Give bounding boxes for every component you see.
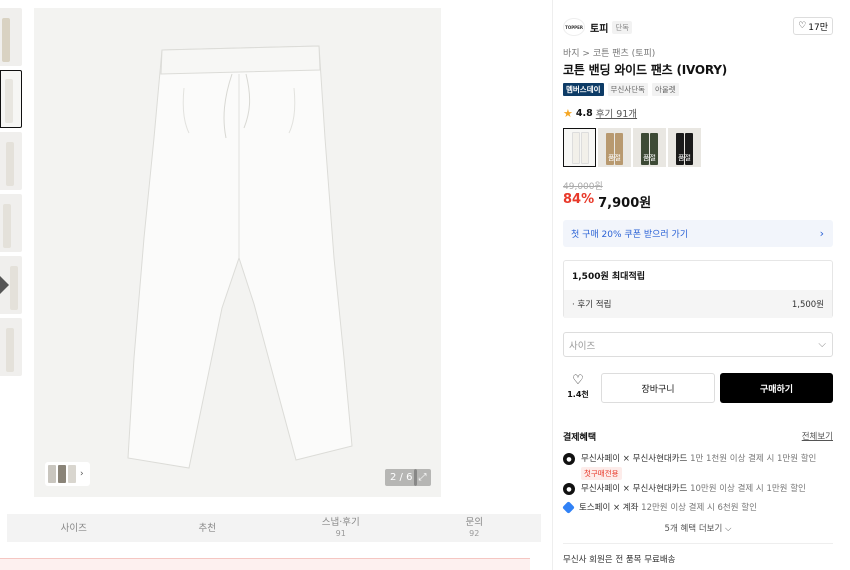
members-day-badge: 멤버스데이 <box>563 83 604 96</box>
sold-out-label: 품절 <box>643 154 656 162</box>
sold-out-label: 품절 <box>678 154 691 162</box>
thumbnail-strip <box>0 8 22 380</box>
benefit-detail: 12만원 이상 결제 시 6천원 할인 <box>638 503 757 513</box>
benefit-prefix: 무신사페이 × 무신사현대카드 <box>581 454 688 464</box>
review-points-value: 1,500원 <box>791 300 824 310</box>
exclusive-badge: 무신사단독 <box>607 83 648 96</box>
main-product-image[interactable]: › 2 / 6 ⤢ <box>34 8 441 497</box>
payment-benefits-title: 결제혜택 <box>563 433 597 443</box>
product-title: 코튼 밴딩 와이드 팬츠 (IVORY) <box>563 63 728 77</box>
points-box: 1,500원 최대적립 · 후기 적립 1,500원 <box>563 260 833 318</box>
add-to-cart-button[interactable]: 장바구니 <box>601 373 715 403</box>
payment-benefit-row: 토스페이 × 계좌 12만원 이상 결제 시 6천원 할인 <box>562 501 833 514</box>
thumbnail-5[interactable] <box>0 256 22 314</box>
tab-count: 91 <box>335 529 346 538</box>
brand-row: TOPPER 토피 단독 ♡ 17만 <box>563 17 833 37</box>
section-divider <box>563 543 833 544</box>
thumbnail-3[interactable] <box>0 132 22 190</box>
wishlist-button[interactable]: ♡ 1.4천 <box>563 373 593 403</box>
mini-thumbnail-preview[interactable]: › <box>45 462 90 486</box>
color-option-khaki[interactable]: 품절 <box>633 128 666 167</box>
chevron-right-icon: › <box>819 227 824 240</box>
thumbnail-6[interactable] <box>0 318 22 376</box>
color-option-beige[interactable]: 품절 <box>598 128 631 167</box>
thumbnail-1[interactable] <box>0 8 22 66</box>
review-count-link[interactable]: 후기 91개 <box>596 106 637 120</box>
review-points-row: · 후기 적립 1,500원 <box>564 290 832 318</box>
view-all-link[interactable]: 전체보기 <box>802 430 833 442</box>
benefit-detail: 1만 1천원 이상 결제 시 1만원 할인 <box>687 454 817 464</box>
purchase-actions: ♡ 1.4천 장바구니 구매하기 <box>563 373 833 403</box>
price-row: 84% 7,900원 <box>563 192 651 211</box>
tab-label: 추천 <box>198 522 216 534</box>
notice-bar <box>0 558 530 570</box>
buy-now-button[interactable]: 구매하기 <box>720 373 833 403</box>
tab-label: 문의 <box>465 517 483 528</box>
rating-score: 4.8 <box>575 107 593 119</box>
first-purchase-chip: 첫구매전용 <box>581 467 622 480</box>
tab-recommend[interactable]: 추천 <box>141 514 275 542</box>
toss-pay-icon <box>562 501 575 514</box>
tab-inquiry[interactable]: 문의 92 <box>408 514 542 542</box>
heart-icon: ♡ <box>572 373 584 388</box>
mini-thumb <box>68 465 76 483</box>
benefit-prefix: 토스페이 × 계좌 <box>579 503 639 513</box>
outlet-badge: 아울렛 <box>652 83 679 96</box>
badge-row: 멤버스데이 무신사단독 아울렛 <box>563 83 679 96</box>
panel-divider <box>552 0 553 570</box>
chevron-right-icon: › <box>80 469 84 479</box>
tab-label: 스냅·후기 <box>321 517 360 528</box>
review-points-label: · 후기 적립 <box>572 300 612 310</box>
detail-tabs: 사이즈 추천 스냅·후기 91 문의 92 <box>7 514 541 542</box>
coupon-banner[interactable]: 첫 구매 20% 쿠폰 받으러 가기 › <box>563 220 833 247</box>
payment-benefit-row: ● 무신사페이 × 무신사현대카드 1만 1천원 이상 결제 시 1만원 할인 … <box>563 452 833 480</box>
brand-tag: 단독 <box>612 20 633 34</box>
wishlist-count: 1.4천 <box>567 390 589 399</box>
mini-thumb <box>58 465 66 483</box>
musinsa-pay-icon: ● <box>563 453 575 465</box>
tab-reviews[interactable]: 스냅·후기 91 <box>274 514 408 542</box>
pants-illustration <box>127 45 353 469</box>
chevron-down-icon: ⌵ <box>818 339 826 350</box>
musinsa-pay-icon: ● <box>563 483 575 495</box>
sold-out-label: 품절 <box>608 154 621 162</box>
color-option-ivory[interactable] <box>563 128 596 167</box>
benefit-detail: 10만원 이상 결제 시 1만원 할인 <box>687 484 806 494</box>
heart-icon: ♡ <box>798 21 807 31</box>
brand-like-button[interactable]: ♡ 17만 <box>793 17 833 35</box>
discount-rate: 84% <box>563 192 595 207</box>
size-select-placeholder: 사이즈 <box>569 340 596 352</box>
image-counter: 2 / 6 <box>385 469 418 486</box>
color-options: 품절 품절 품절 <box>563 128 701 167</box>
thumbnail-2[interactable] <box>0 70 22 128</box>
tab-size[interactable]: 사이즈 <box>7 514 141 542</box>
benefit-prefix: 무신사페이 × 무신사현대카드 <box>581 484 688 494</box>
tab-label: 사이즈 <box>60 522 87 534</box>
original-price: 49,000원 <box>563 182 603 192</box>
free-shipping-text: 무신사 회원은 전 품목 무료배송 <box>563 555 676 565</box>
color-option-black[interactable]: 품절 <box>668 128 701 167</box>
size-select[interactable]: 사이즈 ⌵ <box>563 332 833 357</box>
breadcrumb[interactable]: 바지 > 코튼 팬츠 (토피) <box>563 46 655 59</box>
coupon-text: 첫 구매 20% 쿠폰 받으러 가기 <box>571 230 689 240</box>
prev-arrow-icon[interactable] <box>0 276 9 294</box>
brand-logo[interactable]: TOPPER <box>563 18 585 36</box>
payment-benefits-heading: 결제혜택 전체보기 <box>563 430 833 443</box>
thumbnail-4[interactable] <box>0 194 22 252</box>
rating-row: ★ 4.8 후기 91개 <box>563 106 637 121</box>
star-icon: ★ <box>563 106 573 120</box>
expand-icon[interactable]: ⤢ <box>414 469 431 486</box>
brand-like-count: 17만 <box>808 22 828 33</box>
brand-name[interactable]: 토피 <box>590 20 608 35</box>
max-points-label: 1,500원 최대적립 <box>572 272 646 282</box>
payment-benefit-row: ● 무신사페이 × 무신사현대카드 10만원 이상 결제 시 1만원 할인 <box>563 482 833 495</box>
more-benefits-button[interactable]: 5개 혜택 더보기 ⌵ <box>563 522 833 534</box>
mini-thumb <box>48 465 56 483</box>
tab-count: 92 <box>469 529 480 538</box>
sale-price: 7,900원 <box>598 196 652 211</box>
